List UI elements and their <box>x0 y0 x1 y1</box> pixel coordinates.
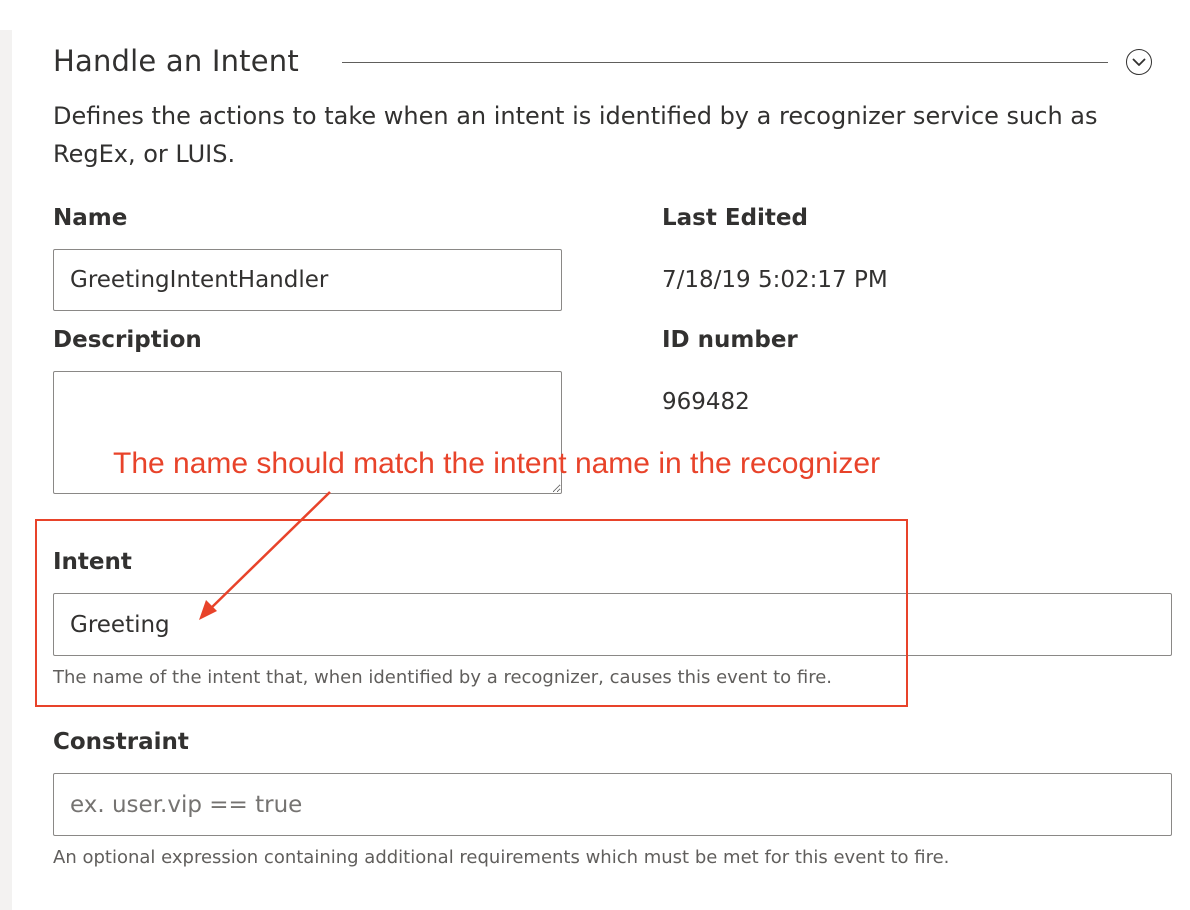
chevron-down-icon <box>1132 58 1146 67</box>
constraint-label: Constraint <box>53 729 189 755</box>
collapse-button[interactable] <box>1126 49 1152 75</box>
last-edited-value: 7/18/19 5:02:17 PM <box>662 267 888 293</box>
id-number-value: 969482 <box>662 389 750 415</box>
header-divider <box>342 62 1108 63</box>
description-label: Description <box>53 327 202 353</box>
annotation-text: The name should match the intent name in… <box>113 447 881 480</box>
intent-input[interactable] <box>53 593 1172 656</box>
constraint-input[interactable] <box>53 773 1172 836</box>
name-label: Name <box>53 205 128 231</box>
left-panel-edge <box>0 30 12 910</box>
id-number-label: ID number <box>662 327 798 353</box>
intent-label: Intent <box>53 549 132 575</box>
intent-help-text: The name of the intent that, when identi… <box>53 667 833 688</box>
page-title: Handle an Intent <box>53 44 299 78</box>
constraint-help-text: An optional expression containing additi… <box>53 847 950 868</box>
page-description: Defines the actions to take when an inte… <box>53 102 1098 168</box>
last-edited-label: Last Edited <box>662 205 808 231</box>
name-input[interactable] <box>53 249 562 311</box>
